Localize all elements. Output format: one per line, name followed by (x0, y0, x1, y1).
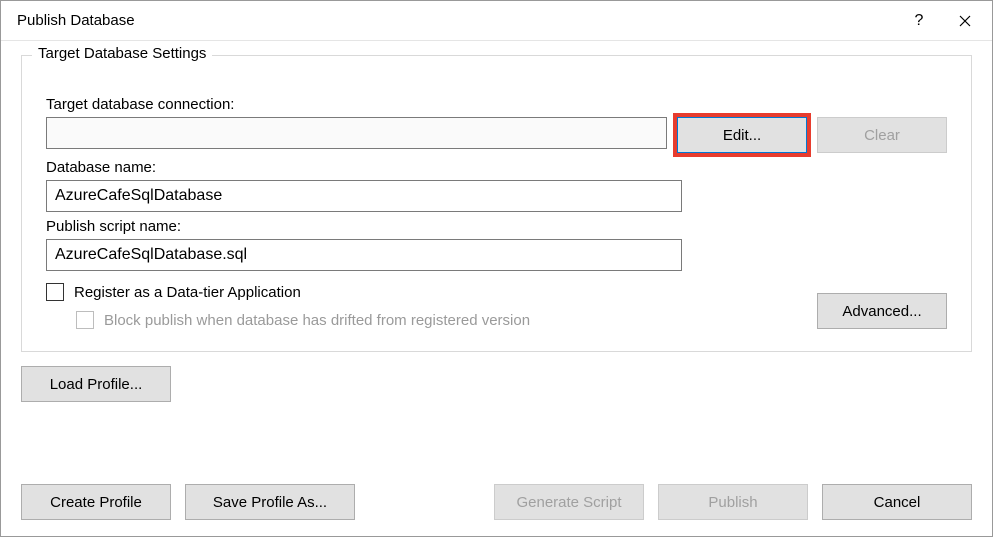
close-button[interactable] (942, 5, 988, 37)
bottom-button-row: Create Profile Save Profile As... Genera… (21, 470, 972, 520)
block-publish-checkbox: Block publish when database has drifted … (76, 311, 805, 329)
script-label: Publish script name: (46, 218, 947, 235)
titlebar: Publish Database ? (1, 1, 992, 41)
cancel-button[interactable]: Cancel (822, 484, 972, 520)
window-title: Publish Database (17, 12, 896, 29)
clear-connection-button: Clear (817, 117, 947, 153)
target-database-settings-group: Target Database Settings Target database… (21, 55, 972, 352)
register-checkbox[interactable]: Register as a Data-tier Application (46, 283, 805, 301)
save-profile-as-button[interactable]: Save Profile As... (185, 484, 355, 520)
connection-input[interactable] (46, 117, 667, 149)
register-checkbox-label: Register as a Data-tier Application (74, 284, 301, 301)
close-icon (959, 15, 971, 27)
dialog-content: Target Database Settings Target database… (1, 41, 992, 536)
connection-label: Target database connection: (46, 96, 947, 113)
edit-connection-button[interactable]: Edit... (677, 117, 807, 153)
help-icon: ? (915, 12, 924, 30)
checkbox-box-icon (76, 311, 94, 329)
generate-script-button: Generate Script (494, 484, 644, 520)
block-publish-checkbox-label: Block publish when database has drifted … (104, 312, 530, 329)
help-button[interactable]: ? (896, 5, 942, 37)
publish-button: Publish (658, 484, 808, 520)
script-input[interactable] (46, 239, 682, 271)
dbname-input[interactable] (46, 180, 682, 212)
advanced-button[interactable]: Advanced... (817, 293, 947, 329)
checkbox-box-icon (46, 283, 64, 301)
load-profile-button[interactable]: Load Profile... (21, 366, 171, 402)
group-legend: Target Database Settings (32, 45, 212, 62)
create-profile-button[interactable]: Create Profile (21, 484, 171, 520)
dbname-label: Database name: (46, 159, 947, 176)
